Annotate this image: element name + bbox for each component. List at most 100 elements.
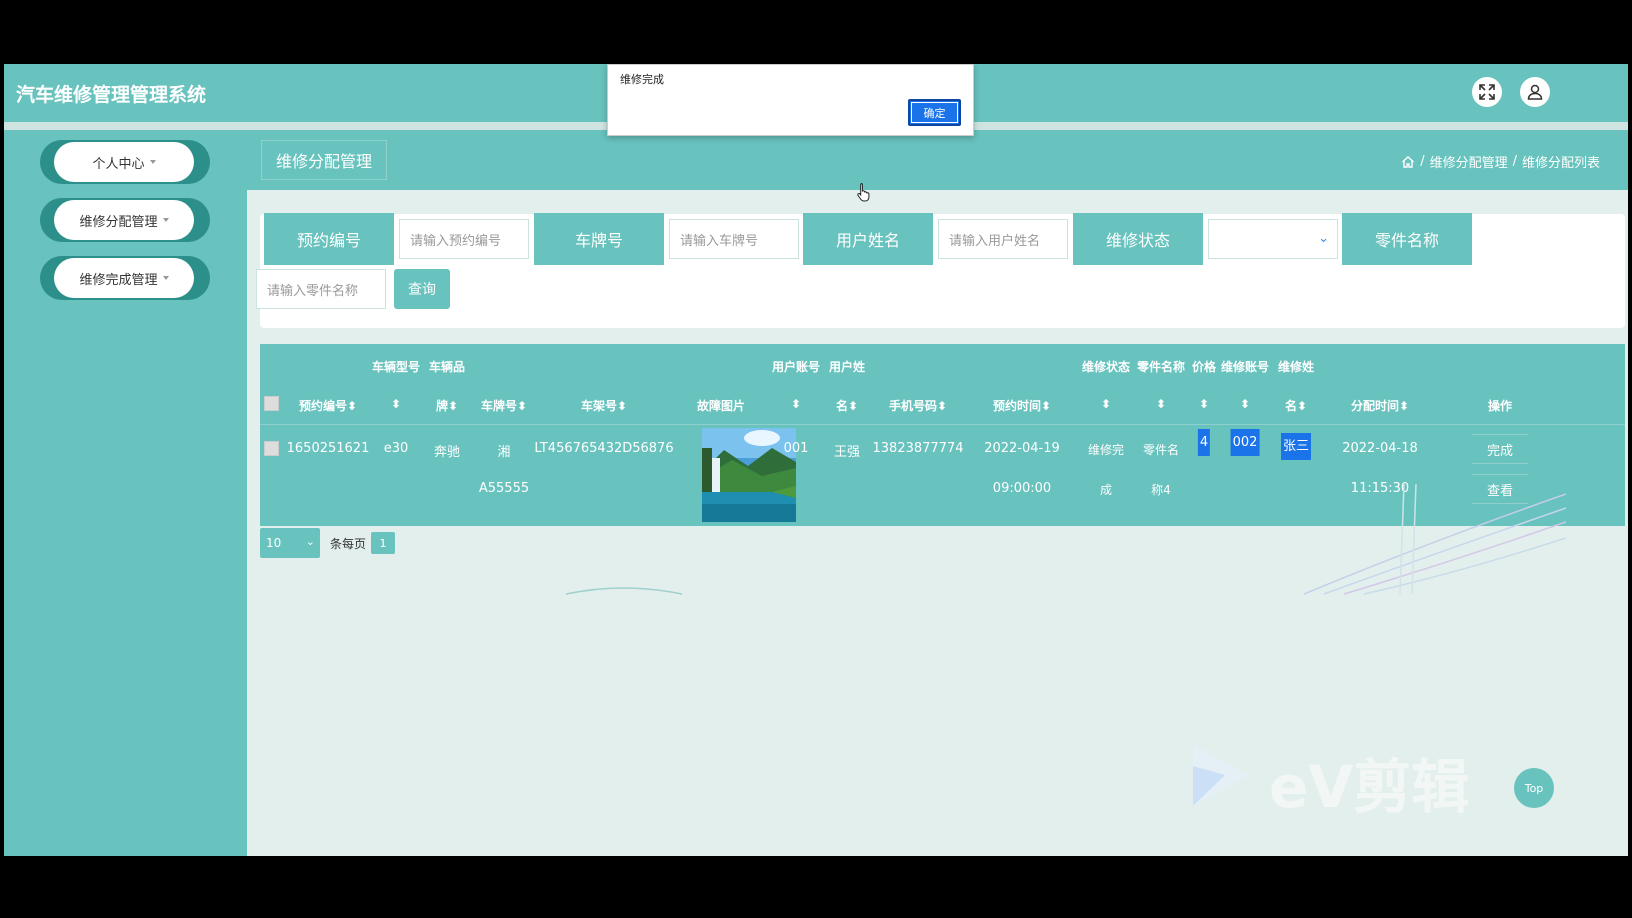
page-size-select[interactable]: 10 ⌄: [260, 528, 320, 558]
chevron-down-icon: ⌄: [305, 535, 315, 548]
th-reserve-time[interactable]: 预约时间⬍: [993, 397, 1051, 414]
breadcrumb-separator: /: [1420, 154, 1425, 169]
username-input[interactable]: 请输入用户姓名: [938, 219, 1068, 259]
breadcrumb-separator: /: [1512, 154, 1517, 169]
video-editor-watermark: eV剪辑: [1189, 740, 1509, 824]
query-button[interactable]: 查询: [394, 269, 450, 309]
sort-icon[interactable]: ⬍: [391, 397, 401, 411]
breadcrumb-item[interactable]: 维修分配管理: [1430, 152, 1508, 171]
chevron-down-icon: [162, 276, 169, 280]
cell-brand: 奔驰: [433, 445, 461, 460]
per-page-label: 条每页: [330, 537, 367, 551]
sidebar-item-label: 维修完成管理: [79, 272, 158, 288]
app-title: 汽车维修管理管理系统: [16, 84, 207, 106]
cell-user-account: 001: [783, 441, 809, 456]
cell-plate-line1: 湘: [497, 445, 511, 460]
sort-icon[interactable]: ⬍: [791, 397, 801, 411]
cell-user-name: 王强: [833, 445, 861, 460]
cell-vin: LT456765432D56876: [534, 441, 674, 456]
dialog-ok-button[interactable]: 确定: [908, 99, 961, 126]
cell-price: 4: [1197, 429, 1211, 456]
chevron-down-icon: ⌄: [1318, 231, 1329, 246]
alert-dialog: 维修完成 确定: [607, 64, 974, 136]
cell-repair-account: 002: [1230, 429, 1260, 456]
decorative-wave-lines: [1304, 484, 1566, 595]
chevron-down-icon: [149, 160, 156, 164]
hand-cursor-icon: [857, 183, 870, 202]
cell-status-line1: 维修完: [1087, 443, 1125, 457]
page-number-button[interactable]: 1: [371, 532, 395, 554]
plate-label: 车牌号: [534, 213, 664, 265]
th-fault-image: 故障图片: [696, 399, 746, 413]
home-icon[interactable]: [1401, 155, 1415, 169]
header-divider: [260, 424, 1625, 425]
decorative-curve: [565, 587, 683, 595]
cell-repair-name: 张三: [1280, 433, 1312, 460]
sidebar-item-repair-assignment[interactable]: 维修分配管理: [40, 198, 210, 242]
breadcrumb: / 维修分配管理 / 维修分配列表: [1401, 152, 1600, 171]
part-name-label: 零件名称: [1342, 213, 1472, 265]
th-price: 价格: [1191, 360, 1217, 374]
waterfall-landscape-image: [702, 428, 796, 522]
sort-icon[interactable]: ⬍: [1240, 397, 1250, 411]
th-assign-time[interactable]: 分配时间⬍: [1351, 397, 1409, 414]
th-repair-status: 维修状态: [1081, 360, 1131, 374]
reservation-no-label: 预约编号: [264, 213, 394, 265]
chevron-down-icon: [162, 218, 169, 222]
cell-model: e30: [383, 441, 409, 456]
search-panel: 预约编号 请输入预约编号 车牌号 请输入车牌号 用户姓名 请输入用户姓名 维修状…: [256, 213, 1625, 328]
repair-status-select[interactable]: ⌄: [1208, 219, 1338, 259]
th-vin[interactable]: 车架号⬍: [581, 397, 627, 414]
th-part-name: 零件名称: [1136, 360, 1186, 374]
complete-button[interactable]: 完成: [1472, 434, 1528, 464]
cell-reserve-time: 09:00:00: [992, 481, 1052, 496]
sort-icon[interactable]: ⬍: [1199, 397, 1209, 411]
row-checkbox[interactable]: [264, 441, 279, 456]
th-user-name: 用户姓: [828, 360, 866, 374]
reservation-no-input[interactable]: 请输入预约编号: [399, 219, 529, 259]
cell-reserve-date: 2022-04-19: [984, 441, 1060, 456]
repair-status-label: 维修状态: [1073, 213, 1203, 265]
page-title: 维修分配管理: [261, 140, 387, 180]
cell-phone: 13823877774: [872, 441, 964, 456]
page-size-value: 10: [266, 536, 282, 550]
plate-input[interactable]: 请输入车牌号: [669, 219, 799, 259]
sort-icon[interactable]: ⬍: [1101, 397, 1111, 411]
select-all-checkbox[interactable]: [264, 396, 279, 411]
th-user-account: 用户账号: [771, 360, 821, 374]
th-brand-tail[interactable]: 牌⬍: [436, 397, 458, 414]
sidebar-item-personal-center[interactable]: 个人中心: [40, 140, 210, 184]
th-user-name-tail[interactable]: 名⬍: [836, 397, 858, 414]
app-window: 汽车维修管理管理系统 个人中心 维修分配管理 维修完成管理 维修分配管理 / 维…: [4, 64, 1628, 856]
dialog-message: 维修完成: [620, 73, 664, 86]
sidebar: 个人中心 维修分配管理 维修完成管理: [4, 130, 247, 856]
th-plate[interactable]: 车牌号⬍: [481, 397, 527, 414]
sidebar-item-repair-completion[interactable]: 维修完成管理: [40, 256, 210, 300]
watermark-text: eV剪辑: [1269, 753, 1470, 821]
th-vehicle-model: 车辆型号: [371, 360, 421, 374]
th-repair-account: 维修账号: [1220, 360, 1270, 374]
fullscreen-icon[interactable]: [1472, 77, 1502, 107]
play-logo-icon: [1193, 744, 1249, 806]
th-action: 操作: [1487, 399, 1513, 413]
cell-part-line1: 零件名: [1142, 443, 1180, 457]
fault-image[interactable]: [702, 428, 796, 522]
sort-icon[interactable]: ⬍: [1156, 397, 1166, 411]
th-repair-name: 维修姓: [1277, 360, 1315, 374]
th-repair-name-tail[interactable]: 名⬍: [1285, 397, 1307, 414]
cell-status-line2: 成: [1099, 483, 1113, 497]
breadcrumb-item-current: 维修分配列表: [1521, 156, 1600, 171]
cell-reservation-no: 1650251621: [286, 441, 370, 456]
th-reservation-no[interactable]: 预约编号⬍: [299, 397, 357, 414]
sidebar-item-label: 个人中心: [92, 156, 145, 172]
sidebar-item-label: 维修分配管理: [79, 214, 158, 230]
cell-part-line2: 称4: [1151, 483, 1171, 497]
user-avatar-icon[interactable]: [1520, 77, 1550, 107]
part-name-input[interactable]: 请输入零件名称: [256, 269, 386, 309]
back-to-top-button[interactable]: Top: [1514, 768, 1554, 808]
cell-assign-date: 2022-04-18: [1342, 441, 1418, 456]
breadcrumb-bar: 维修分配管理 / 维修分配管理 / 维修分配列表: [247, 130, 1628, 190]
cell-plate-line2: A55555: [478, 481, 530, 496]
th-phone[interactable]: 手机号码⬍: [889, 397, 947, 414]
th-vehicle-brand: 车辆品: [428, 360, 466, 374]
